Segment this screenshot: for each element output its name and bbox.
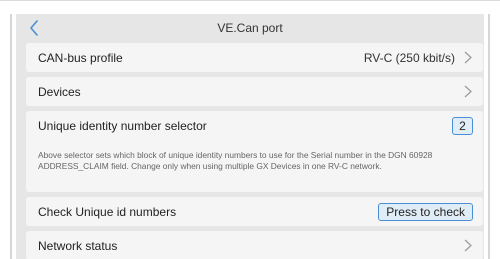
- unique-selector-value[interactable]: 2: [452, 116, 473, 135]
- screen: VE.Can port CAN-bus profile RV-C (250 kb…: [16, 14, 484, 259]
- chevron-right-icon: [463, 85, 473, 99]
- top-divider: [0, 0, 500, 1]
- chevron-right-icon: [463, 51, 473, 65]
- canbus-profile-label: CAN-bus profile: [38, 50, 123, 65]
- press-to-check-button[interactable]: Press to check: [378, 202, 473, 221]
- back-button[interactable]: [24, 17, 44, 39]
- unique-selector-row: Unique identity number selector 2 Above …: [26, 111, 483, 192]
- chevron-right-icon: [463, 239, 473, 253]
- frame-edge-right: [488, 14, 490, 259]
- chevron-left-icon: [30, 20, 38, 36]
- network-status-label: Network status: [38, 238, 118, 253]
- unique-selector-line: Unique identity number selector 2: [38, 111, 473, 140]
- page-title: VE.Can port: [217, 21, 283, 35]
- devices-label: Devices: [38, 84, 81, 99]
- check-unique-label: Check Unique id numbers: [38, 204, 177, 219]
- canbus-profile-value: RV-C (250 kbit/s): [363, 50, 455, 65]
- page-header: VE.Can port: [16, 14, 484, 42]
- network-status-row[interactable]: Network status: [26, 231, 483, 259]
- canbus-profile-value-group: RV-C (250 kbit/s): [364, 51, 473, 65]
- check-unique-row: Check Unique id numbers Press to check: [26, 197, 483, 226]
- frame-edge-left: [10, 14, 12, 259]
- devices-row[interactable]: Devices: [26, 77, 483, 106]
- unique-selector-label: Unique identity number selector: [38, 118, 207, 133]
- settings-list: CAN-bus profile RV-C (250 kbit/s) Device…: [26, 43, 483, 259]
- canbus-profile-row[interactable]: CAN-bus profile RV-C (250 kbit/s): [26, 43, 483, 72]
- unique-selector-description: Above selector sets which block of uniqu…: [38, 150, 433, 171]
